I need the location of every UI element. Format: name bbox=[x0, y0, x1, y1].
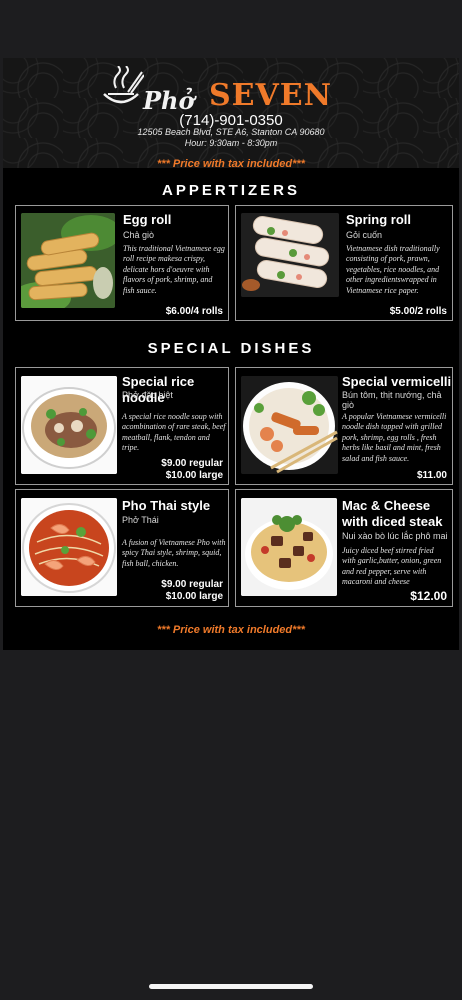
pho-thai-viet-name: Phở Thái bbox=[122, 515, 159, 525]
rice-noodle-viet-name: Phở đặc biệt bbox=[122, 390, 173, 400]
spring-roll-viet-name: Gỏi cuốn bbox=[346, 230, 383, 240]
menu-item-egg-roll: Egg roll Chả giò This traditional Vietna… bbox=[15, 205, 229, 321]
vermicelli-description: A popular Vietnamese vermicelli noodle d… bbox=[342, 412, 447, 463]
mac-cheese-description: Juicy diced beef stirred fried with garl… bbox=[342, 546, 442, 587]
mac-cheese-name: Mac & Cheese with diced steak bbox=[342, 498, 443, 529]
section-title-appetizers: APPERTIZERS bbox=[161, 182, 300, 199]
address: 12505 Beach Blvd, STE A6, Stanton CA 906… bbox=[137, 127, 325, 137]
restaurant-logo: Phở SEVEN bbox=[98, 66, 368, 115]
egg-roll-illustration bbox=[21, 213, 115, 308]
vermicelli-name: Special vermicelli bbox=[342, 374, 452, 389]
rice-noodle-price-large: $10.00 large bbox=[165, 470, 223, 481]
menu-item-special-rice-noodle: Special rice noodle Phở đặc biệt A speci… bbox=[15, 367, 229, 485]
rice-noodle-illustration bbox=[21, 376, 117, 474]
noodle-bowl-icon bbox=[103, 66, 144, 104]
rice-noodle-photo bbox=[21, 376, 117, 474]
menu-item-special-vermicelli: Special vermicelli Bún tôm, thịt nướng, … bbox=[235, 367, 453, 485]
spring-roll-name: Spring roll bbox=[346, 212, 411, 227]
menu-item-spring-roll: Spring roll Gỏi cuốn Vietnamese dish tra… bbox=[235, 205, 453, 321]
opening-hours: Hour: 9:30am - 8:30pm bbox=[184, 138, 278, 148]
menu-image: Phở SEVEN (714)-901-0350 12505 Beach Blv… bbox=[3, 58, 459, 650]
menu-item-pho-thai-style: Pho Thai style Phở Thái A fusion of Viet… bbox=[15, 489, 229, 607]
rice-noodle-price-regular: $9.00 regular bbox=[161, 458, 223, 469]
mac-cheese-illustration bbox=[241, 498, 337, 596]
spring-roll-description: Vietnamese dish traditionally consisting… bbox=[346, 244, 440, 295]
pho-thai-description: A fusion of Vietnamese Pho with spicy Th… bbox=[122, 538, 226, 568]
spring-roll-photo bbox=[241, 213, 339, 297]
pho-thai-photo bbox=[21, 498, 117, 596]
menu-header: Phở SEVEN (714)-901-0350 12505 Beach Blv… bbox=[3, 58, 459, 168]
mac-cheese-price: $12.00 bbox=[410, 589, 447, 603]
mac-cheese-viet-name: Nui xào bò lúc lắc phô mai bbox=[342, 531, 448, 541]
pho-thai-price-large: $10.00 large bbox=[165, 591, 223, 602]
home-indicator[interactable] bbox=[149, 984, 313, 989]
vermicelli-viet-name: Bún tôm, thịt nướng, chả giò bbox=[342, 390, 442, 410]
mac-cheese-photo bbox=[241, 498, 337, 596]
pho-thai-illustration bbox=[21, 498, 117, 596]
egg-roll-description: This traditional Vietnamese egg roll rec… bbox=[123, 244, 225, 295]
section-title-special-dishes: SPECIAL DISHES bbox=[147, 340, 315, 357]
rice-noodle-description: A special rice noodle soup with acombina… bbox=[122, 412, 226, 453]
logo-seven-text: SEVEN bbox=[209, 78, 333, 113]
vermicelli-illustration bbox=[241, 376, 338, 474]
price-note-top: *** Price with tax included*** bbox=[157, 158, 305, 170]
egg-roll-name: Egg roll bbox=[123, 212, 172, 227]
egg-roll-photo bbox=[21, 213, 115, 308]
pho-thai-name: Pho Thai style bbox=[122, 498, 211, 513]
menu-item-mac-and-cheese: Mac & Cheese with diced steak Nui xào bò… bbox=[235, 489, 453, 607]
vermicelli-price: $11.00 bbox=[416, 470, 447, 481]
price-note-bottom: *** Price with tax included*** bbox=[157, 624, 305, 636]
spring-roll-price: $5.00/2 rolls bbox=[389, 306, 447, 317]
egg-roll-price: $6.00/4 rolls bbox=[165, 306, 223, 317]
egg-roll-viet-name: Chả giò bbox=[123, 230, 155, 240]
logo-pho-text: Phở bbox=[143, 86, 195, 115]
vermicelli-photo bbox=[241, 376, 338, 474]
spring-roll-illustration bbox=[241, 213, 339, 297]
pho-thai-price-regular: $9.00 regular bbox=[161, 579, 223, 590]
